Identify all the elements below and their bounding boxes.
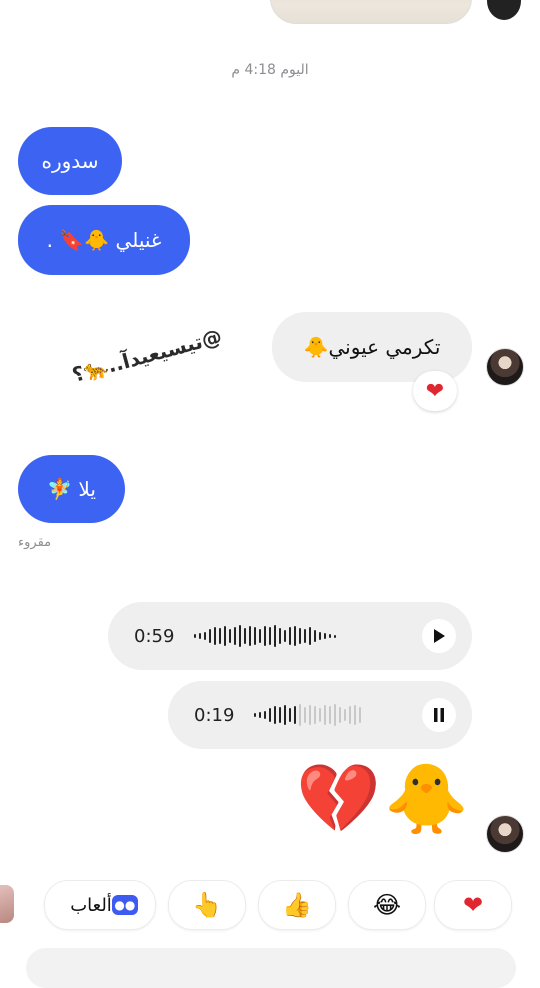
sent-message-bubble[interactable]: غنيلي 🐥🔖 . bbox=[18, 205, 190, 275]
quick-reaction-laughing[interactable]: 😂 bbox=[348, 880, 426, 930]
waveform-bar bbox=[254, 627, 256, 645]
shared-media-preview[interactable] bbox=[270, 0, 472, 24]
waveform-bar bbox=[294, 706, 296, 724]
waveform-bar bbox=[239, 625, 241, 647]
sender-avatar[interactable] bbox=[486, 348, 524, 386]
message-composer[interactable] bbox=[26, 948, 516, 988]
waveform-bar bbox=[219, 628, 221, 644]
waveform-bar bbox=[354, 705, 356, 725]
waveform-bar bbox=[314, 630, 316, 642]
games-button[interactable]: ●● ألعاب bbox=[44, 880, 156, 930]
waveform-bar bbox=[234, 627, 236, 645]
waveform-bar bbox=[289, 627, 291, 645]
waveform-bar bbox=[339, 707, 341, 723]
chick-emoji[interactable]: 🐥 bbox=[384, 766, 469, 834]
waveform-bar bbox=[259, 629, 261, 643]
text-sticker: @تيسيعيدآ..🐆؟ bbox=[69, 323, 225, 387]
waveform[interactable] bbox=[194, 624, 410, 648]
waveform-bar bbox=[304, 629, 306, 643]
waveform-bar bbox=[304, 707, 306, 723]
pause-icon bbox=[434, 708, 444, 722]
message-text: تكرمي عيوني🐥 bbox=[303, 335, 441, 359]
waveform-bar bbox=[284, 630, 286, 642]
waveform-bar bbox=[299, 628, 301, 644]
gamepad-icon: ●● bbox=[111, 895, 138, 915]
waveform-bar bbox=[309, 705, 311, 725]
waveform-bar bbox=[279, 628, 281, 644]
waveform-bar bbox=[359, 707, 361, 723]
waveform-bar bbox=[319, 632, 321, 640]
read-status: مقروء bbox=[18, 535, 52, 550]
voice-message[interactable]: 0:19 bbox=[168, 681, 472, 749]
waveform-bar bbox=[289, 708, 291, 722]
games-label: ألعاب bbox=[70, 894, 112, 916]
waveform-bar bbox=[259, 712, 261, 718]
waveform-bar bbox=[264, 711, 266, 719]
waveform-bar bbox=[314, 706, 316, 724]
waveform-bar bbox=[204, 632, 206, 640]
waveform-bar bbox=[349, 706, 351, 724]
waveform-bar bbox=[194, 634, 196, 638]
thumbs-up-icon: 👍 bbox=[282, 891, 312, 919]
waveform-bar bbox=[334, 634, 336, 638]
waveform-bar bbox=[324, 705, 326, 725]
quick-reaction-heart[interactable]: ❤ bbox=[434, 880, 512, 930]
play-button[interactable] bbox=[422, 619, 456, 653]
waveform-bar bbox=[284, 705, 286, 725]
sent-message-bubble[interactable]: يلا 🧚 bbox=[18, 455, 125, 523]
waveform-bar bbox=[279, 707, 281, 723]
quick-reaction-pointing[interactable]: 👆 bbox=[168, 880, 246, 930]
waveform-bar bbox=[329, 634, 331, 638]
laughing-icon: 😂 bbox=[372, 891, 402, 919]
message-text: سدوره bbox=[41, 149, 99, 173]
waveform-bar bbox=[264, 626, 266, 646]
waveform-bar bbox=[274, 706, 276, 724]
quick-reaction-thumbs-up[interactable]: 👍 bbox=[258, 880, 336, 930]
pause-button[interactable] bbox=[422, 698, 456, 732]
waveform-bar bbox=[329, 706, 331, 724]
voice-duration: 0:19 bbox=[194, 704, 235, 726]
waveform-bar bbox=[254, 713, 256, 717]
heart-reaction[interactable]: ❤ bbox=[413, 371, 457, 411]
sent-message-bubble[interactable]: سدوره bbox=[18, 127, 122, 195]
voice-message[interactable]: 0:59 bbox=[108, 602, 472, 670]
waveform-bar bbox=[274, 625, 276, 647]
waveform-bar bbox=[244, 628, 246, 644]
waveform-bar bbox=[214, 627, 216, 645]
waveform-bar bbox=[209, 629, 211, 643]
waveform-bar bbox=[229, 629, 231, 643]
waveform-bar bbox=[294, 626, 296, 646]
avatar[interactable] bbox=[487, 0, 521, 20]
broken-heart-emoji[interactable]: 💔 bbox=[296, 766, 381, 834]
heart-icon: ❤ bbox=[425, 378, 445, 404]
pointing-up-icon: 👆 bbox=[192, 891, 222, 919]
waveform-bar bbox=[309, 627, 311, 645]
waveform-bar bbox=[344, 709, 346, 721]
waveform-bar bbox=[199, 633, 201, 639]
voice-duration: 0:59 bbox=[134, 625, 175, 647]
message-text: غنيلي 🐥🔖 . bbox=[46, 228, 162, 252]
waveform[interactable] bbox=[254, 703, 410, 727]
message-text: يلا 🧚 bbox=[47, 477, 96, 501]
waveform-bar bbox=[269, 708, 271, 722]
waveform-bar bbox=[224, 626, 226, 646]
sender-avatar[interactable] bbox=[486, 815, 524, 853]
waveform-bar bbox=[319, 708, 321, 722]
waveform-bar bbox=[334, 704, 336, 726]
message-timestamp: اليوم 4:18 م bbox=[231, 62, 309, 78]
waveform-bar bbox=[249, 626, 251, 646]
waveform-bar bbox=[299, 704, 301, 726]
waveform-bar bbox=[269, 627, 271, 645]
play-icon bbox=[434, 629, 445, 643]
quick-reactions-bar: ●● ألعاب 👆 👍 😂 ❤ bbox=[0, 880, 540, 930]
waveform-bar bbox=[324, 633, 326, 639]
heart-icon: ❤ bbox=[462, 891, 484, 919]
